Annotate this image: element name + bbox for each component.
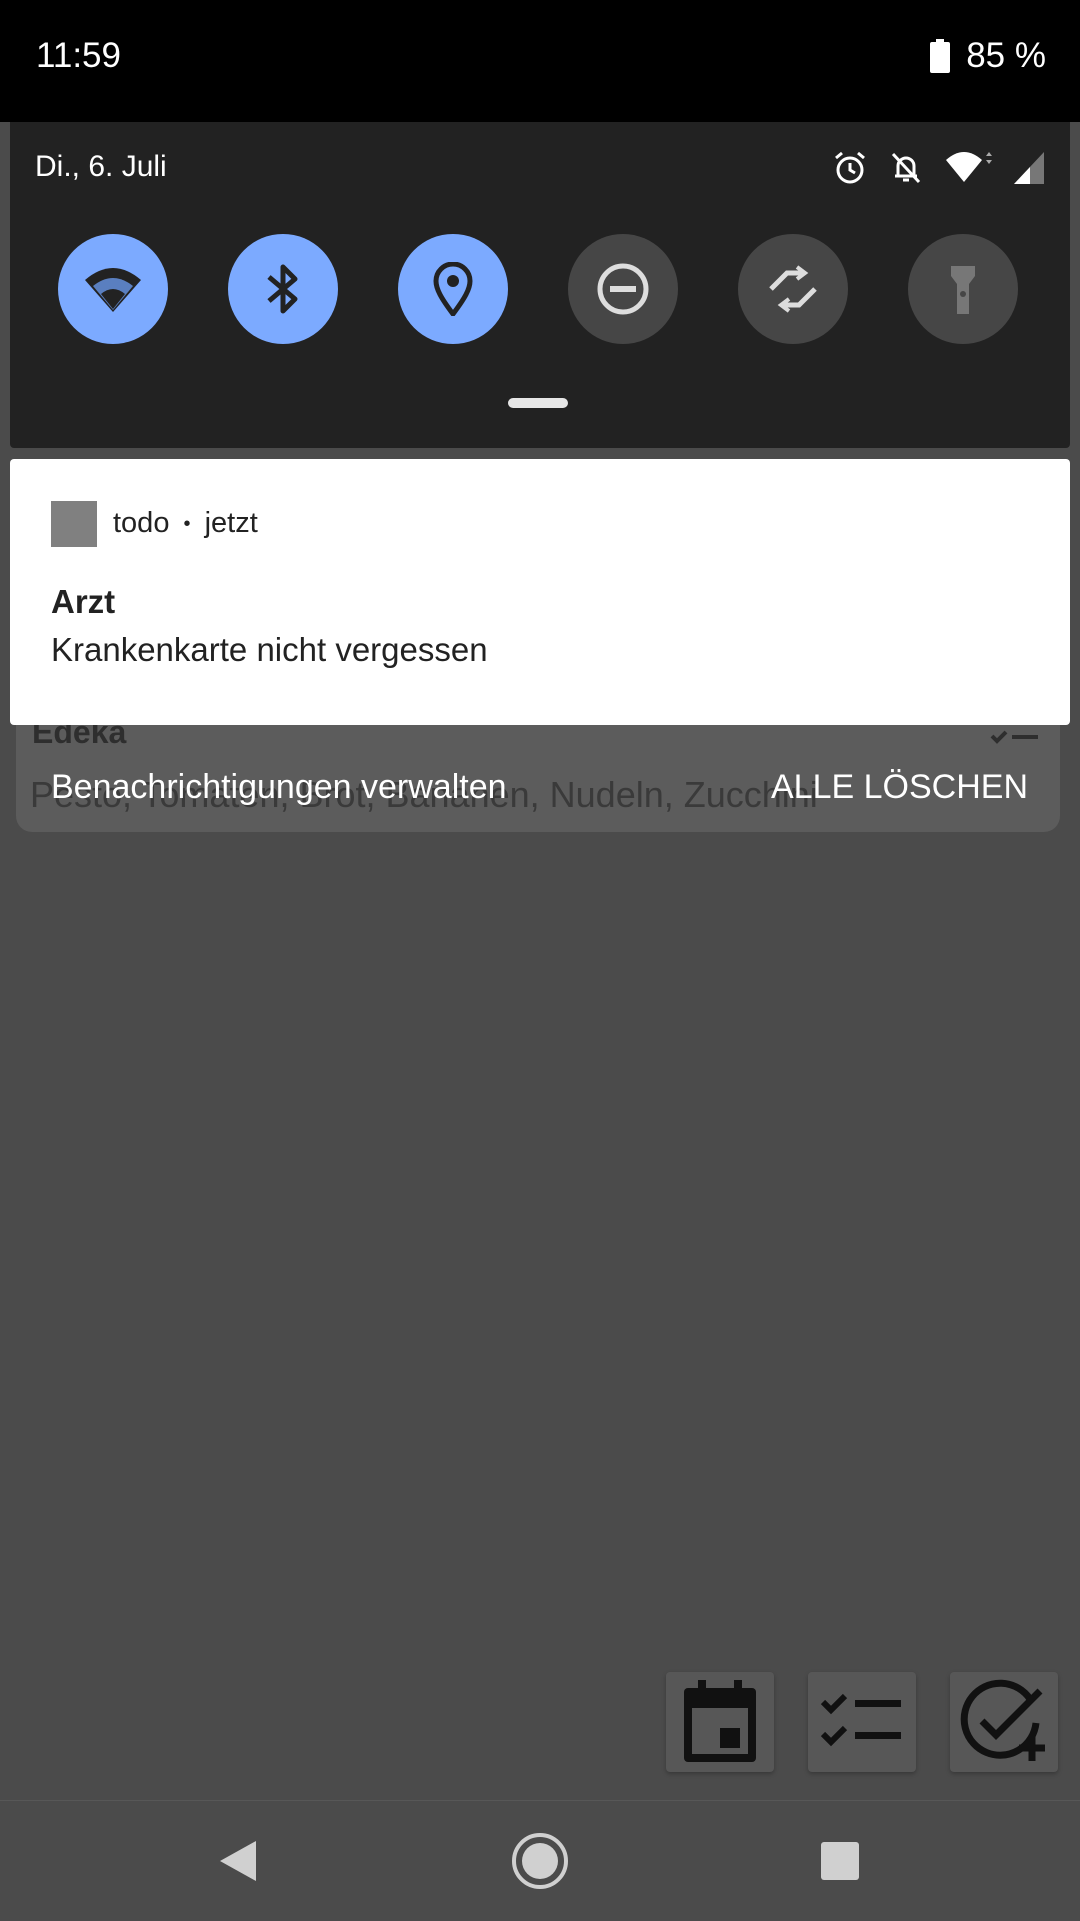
bluetooth-icon xyxy=(267,264,298,314)
back-icon xyxy=(220,1841,256,1881)
calendar-button[interactable] xyxy=(666,1672,774,1772)
quick-settings-panel: Di., 6. Juli xyxy=(10,122,1070,448)
tile-wifi[interactable] xyxy=(58,234,168,344)
checklist-icon xyxy=(820,1693,901,1747)
recents-button[interactable] xyxy=(780,1801,900,1921)
clear-all-button[interactable]: ALLE LÖSCHEN xyxy=(771,768,1028,807)
tile-bluetooth[interactable] xyxy=(228,234,338,344)
checklist-button[interactable] xyxy=(808,1672,916,1772)
quick-settings-tiles xyxy=(58,234,1038,346)
notification-title: Arzt xyxy=(51,583,116,620)
qs-drag-handle[interactable] xyxy=(508,398,568,408)
qs-status-icons xyxy=(812,150,1046,186)
home-icon xyxy=(512,1833,568,1889)
add-task-button[interactable] xyxy=(950,1672,1058,1772)
status-right: 85 % xyxy=(930,36,1046,76)
recents-icon xyxy=(821,1842,859,1880)
alarm-icon xyxy=(835,151,865,184)
notification-card[interactable]: todo • jetzt Arzt Krankenkarte nicht ver… xyxy=(10,459,1070,725)
manage-notifications-button[interactable]: Benachrichtigungen verwalten xyxy=(51,768,507,807)
calendar-icon xyxy=(684,1680,756,1762)
battery-percent: 85 % xyxy=(966,36,1046,75)
signal-icon xyxy=(1014,152,1044,184)
app-icon xyxy=(51,501,97,547)
do-not-disturb-icon xyxy=(597,263,649,315)
notifications-off-icon xyxy=(891,152,921,184)
tile-do-not-disturb[interactable] xyxy=(568,234,678,344)
location-icon xyxy=(433,262,473,316)
battery-icon xyxy=(930,39,951,73)
wifi-icon xyxy=(85,268,141,312)
home-button[interactable] xyxy=(480,1801,600,1921)
notification-time: jetzt xyxy=(204,507,258,539)
wifi-icon xyxy=(946,152,992,182)
tile-flashlight[interactable] xyxy=(908,234,1018,344)
add-task-icon xyxy=(960,1679,1045,1761)
tile-auto-rotate[interactable] xyxy=(738,234,848,344)
flashlight-icon xyxy=(951,266,975,314)
notification-text: Krankenkarte nicht vergessen xyxy=(51,631,488,668)
auto-rotate-icon xyxy=(769,265,817,313)
status-time: 11:59 xyxy=(36,36,121,75)
notification-app-name: todo xyxy=(113,507,170,539)
notification-separator: • xyxy=(183,512,191,535)
tile-location[interactable] xyxy=(398,234,508,344)
back-button[interactable] xyxy=(178,1801,298,1921)
navigation-bar xyxy=(0,1800,1080,1921)
status-bar: 11:59 85 % xyxy=(0,0,1080,122)
notification-header: todo • jetzt xyxy=(113,507,258,540)
qs-date[interactable]: Di., 6. Juli xyxy=(35,150,167,184)
